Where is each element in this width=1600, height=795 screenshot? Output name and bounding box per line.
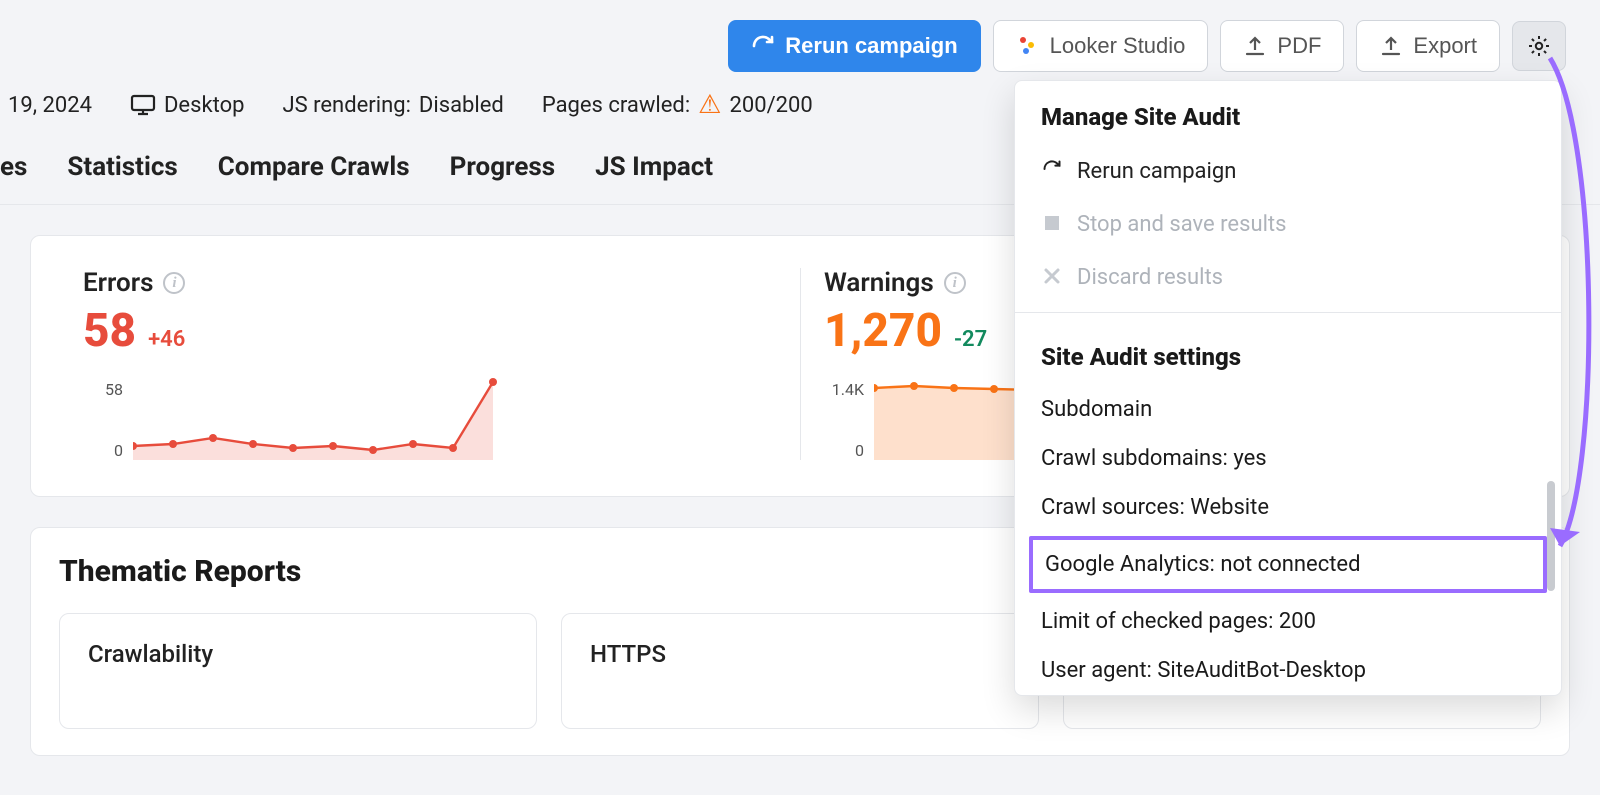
menuitem-discard: Discard results <box>1015 251 1561 304</box>
report-tile-crawlability[interactable]: Crawlability <box>59 613 537 729</box>
js-rendering-val: Disabled <box>419 93 504 118</box>
tab-compare-crawls[interactable]: Compare Crawls <box>218 152 410 182</box>
setting-limit-checked-pages[interactable]: Limit of checked pages: 200 <box>1015 597 1561 646</box>
export-button[interactable]: Export <box>1356 20 1500 72</box>
settings-header-settings: Site Audit settings <box>1015 321 1561 385</box>
settings-gear-button[interactable] <box>1512 21 1566 71</box>
errors-sparkline <box>133 376 513 460</box>
errors-label: Errors <box>83 268 153 298</box>
warnings-value: 1,270 <box>824 304 942 358</box>
report-tile-label: Crawlability <box>88 640 213 668</box>
setting-subdomain[interactable]: Subdomain <box>1015 385 1561 434</box>
warning-triangle-icon: ⚠ <box>698 92 721 118</box>
tab-progress[interactable]: Progress <box>450 152 555 182</box>
setting-google-analytics-label: Google Analytics: not connected <box>1045 552 1361 577</box>
stop-icon <box>1041 213 1063 237</box>
y-tick: 1.4K <box>824 380 864 399</box>
status-date: 19, 2024 <box>8 93 92 118</box>
close-icon <box>1041 266 1063 290</box>
status-pages-crawled: Pages crawled: ⚠ 200/200 <box>542 92 813 118</box>
refresh-icon <box>1041 159 1063 184</box>
info-icon[interactable]: i <box>944 272 966 294</box>
rerun-campaign-label: Rerun campaign <box>785 33 957 59</box>
looker-studio-button[interactable]: Looker Studio <box>993 20 1209 72</box>
scrollbar[interactable] <box>1547 481 1555 591</box>
y-tick: 0 <box>824 441 864 460</box>
menuitem-stop-save: Stop and save results <box>1015 198 1561 251</box>
errors-y-axis: 58 0 <box>83 380 123 460</box>
y-tick: 58 <box>83 380 123 399</box>
js-rendering-key: JS rendering: <box>282 93 410 118</box>
status-device: Desktop <box>130 93 245 118</box>
errors-mini-chart: 58 0 <box>83 376 776 460</box>
divider <box>1015 312 1561 313</box>
menuitem-label: Rerun campaign <box>1077 159 1236 184</box>
pdf-label: PDF <box>1277 33 1321 59</box>
settings-header-manage: Manage Site Audit <box>1015 81 1561 145</box>
looker-studio-icon <box>1016 34 1040 58</box>
errors-delta: +46 <box>148 327 185 352</box>
settings-dropdown-panel: Manage Site Audit Rerun campaign Stop an… <box>1014 80 1562 696</box>
setting-crawl-subdomains[interactable]: Crawl subdomains: yes <box>1015 434 1561 483</box>
setting-google-analytics-highlight[interactable]: Google Analytics: not connected <box>1029 536 1547 593</box>
warnings-delta: -27 <box>954 327 987 352</box>
setting-user-agent[interactable]: User agent: SiteAuditBot-Desktop <box>1015 646 1561 695</box>
upload-icon <box>1243 34 1267 58</box>
tab-es-partial[interactable]: es <box>0 152 27 182</box>
y-tick: 0 <box>83 441 123 460</box>
status-js-rendering: JS rendering: Disabled <box>282 93 503 118</box>
status-device-label: Desktop <box>164 93 245 118</box>
gear-icon <box>1527 34 1551 58</box>
rerun-campaign-button[interactable]: Rerun campaign <box>728 20 980 72</box>
desktop-icon <box>130 94 156 116</box>
setting-crawl-sources[interactable]: Crawl sources: Website <box>1015 483 1561 532</box>
export-label: Export <box>1413 33 1477 59</box>
errors-label-row: Errors i <box>83 268 776 298</box>
pdf-button[interactable]: PDF <box>1220 20 1344 72</box>
top-toolbar: Rerun campaign Looker Studio PDF Export <box>0 0 1600 84</box>
errors-value-row: 58 +46 <box>83 304 776 358</box>
menuitem-rerun-campaign[interactable]: Rerun campaign <box>1015 145 1561 198</box>
upload-icon <box>1379 34 1403 58</box>
tab-js-impact[interactable]: JS Impact <box>595 152 713 182</box>
report-tile-label: HTTPS <box>590 640 666 668</box>
info-icon[interactable]: i <box>163 272 185 294</box>
tab-statistics[interactable]: Statistics <box>67 152 177 182</box>
errors-value: 58 <box>83 304 136 358</box>
warnings-y-axis: 1.4K 0 <box>824 380 864 460</box>
pages-crawled-key: Pages crawled: <box>542 93 690 118</box>
pages-crawled-val: 200/200 <box>729 93 812 118</box>
report-tile-https[interactable]: HTTPS <box>561 613 1039 729</box>
menuitem-label: Discard results <box>1077 265 1223 290</box>
warnings-label: Warnings <box>824 268 934 298</box>
looker-studio-label: Looker Studio <box>1050 33 1186 59</box>
errors-column: Errors i 58 +46 58 0 <box>59 268 800 460</box>
refresh-icon <box>751 34 775 58</box>
menuitem-label: Stop and save results <box>1077 212 1286 237</box>
